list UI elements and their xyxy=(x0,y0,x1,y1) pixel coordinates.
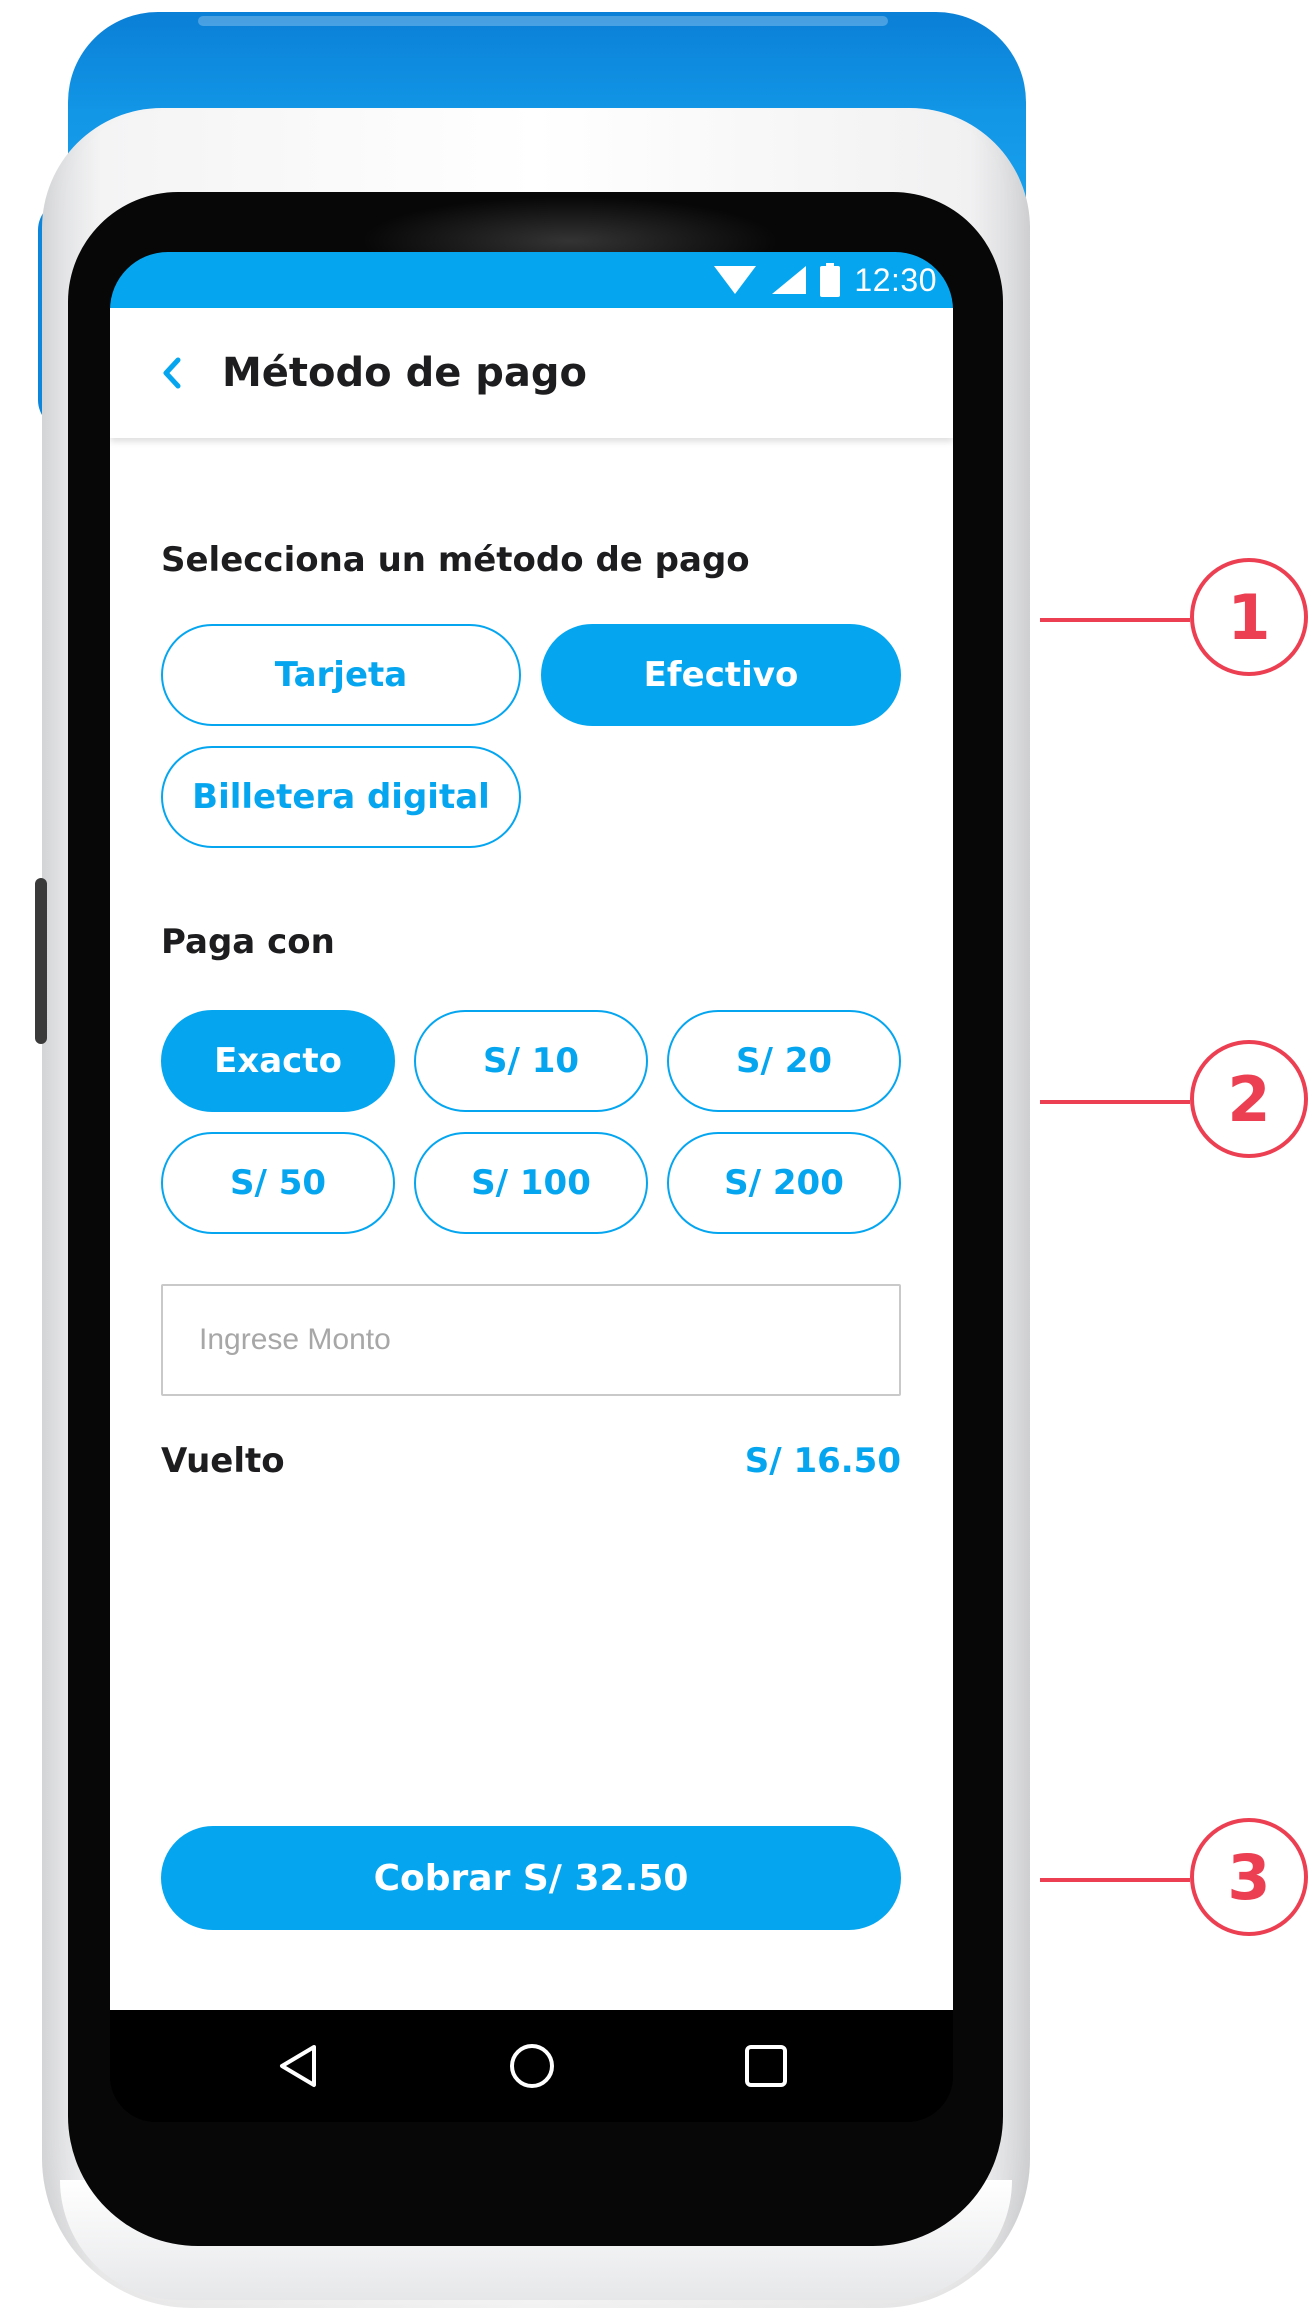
wifi-icon xyxy=(714,266,757,294)
callout-marker-2: 2 xyxy=(1190,1040,1308,1158)
app-content: Método de pago Selecciona un método de p… xyxy=(110,308,953,2010)
nav-recents-button[interactable] xyxy=(736,2036,796,2096)
amount-input[interactable] xyxy=(161,1284,901,1396)
pay-with-option-50[interactable]: S/ 50 xyxy=(161,1132,395,1234)
system-nav-bar xyxy=(110,2010,953,2122)
callout-marker-3: 3 xyxy=(1190,1818,1308,1936)
callout-line-3 xyxy=(1040,1878,1190,1882)
page-title: Método de pago xyxy=(222,350,587,396)
callout-line-2 xyxy=(1040,1100,1190,1104)
method-option-billetera-digital[interactable]: Billetera digital xyxy=(161,746,521,848)
pay-with-option-100[interactable]: S/ 100 xyxy=(414,1132,648,1234)
back-triangle-icon xyxy=(280,2045,316,2087)
pay-with-option-200[interactable]: S/ 200 xyxy=(667,1132,901,1234)
status-time: 12:30 xyxy=(854,261,937,298)
pay-with-option-10[interactable]: S/ 10 xyxy=(414,1010,648,1112)
pay-with-option-20[interactable]: S/ 20 xyxy=(667,1010,901,1112)
signal-icon xyxy=(772,266,807,294)
pay-with-option-exacto[interactable]: Exacto xyxy=(161,1010,395,1112)
callout-marker-1: 1 xyxy=(1190,558,1308,676)
nav-back-button[interactable] xyxy=(268,2036,328,2096)
device-side-button xyxy=(35,878,47,1044)
battery-icon xyxy=(820,263,841,297)
app-bar: Método de pago xyxy=(110,308,953,438)
method-option-tarjeta[interactable]: Tarjeta xyxy=(161,624,521,726)
nav-home-button[interactable] xyxy=(502,2036,562,2096)
status-bar: 12:30 xyxy=(110,252,953,308)
method-option-efectivo[interactable]: Efectivo xyxy=(541,624,901,726)
change-value: S/ 16.50 xyxy=(744,1441,901,1481)
payment-method-heading: Selecciona un método de pago xyxy=(161,540,750,580)
change-label: Vuelto xyxy=(161,1441,285,1481)
device-screen: 12:30 Método de pago Selecciona un métod… xyxy=(110,252,953,2122)
back-button[interactable] xyxy=(152,348,192,398)
home-circle-icon xyxy=(510,2044,554,2088)
pay-with-heading: Paga con xyxy=(161,922,335,962)
recents-square-icon xyxy=(745,2045,787,2087)
callout-line-1 xyxy=(1040,618,1190,622)
chevron-left-icon xyxy=(163,357,181,389)
charge-button[interactable]: Cobrar S/ 32.50 xyxy=(161,1826,901,1930)
